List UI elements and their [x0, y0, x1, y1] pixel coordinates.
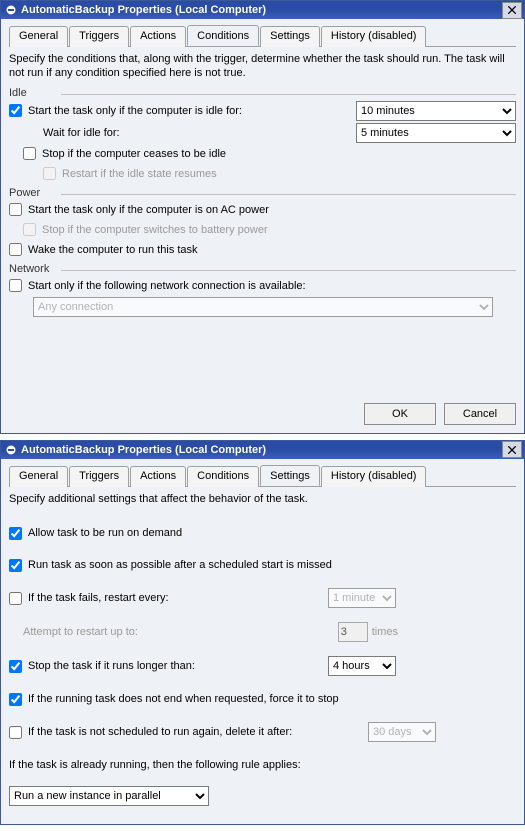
label-start-network: Start only if the following network conn…	[28, 280, 306, 292]
intro-text: Specify the conditions that, along with …	[9, 53, 516, 81]
checkbox-delete-after[interactable]	[9, 726, 22, 739]
label-attempt-suffix: times	[372, 626, 398, 638]
group-idle: Idle	[9, 87, 516, 99]
row-network-select: Any connection	[9, 297, 516, 317]
app-icon	[5, 4, 17, 16]
checkbox-stop-battery	[23, 223, 36, 236]
row-rule-select: Run a new instance in parallel	[9, 786, 516, 806]
row-ac-power: Start the task only if the computer is o…	[9, 201, 516, 219]
select-stop-long[interactable]: 4 hours	[328, 656, 396, 676]
row-already-running: If the task is already running, then the…	[9, 756, 516, 774]
close-icon	[508, 446, 516, 454]
select-network: Any connection	[33, 297, 493, 317]
label-run-asap: Run task as soon as possible after a sch…	[28, 559, 332, 571]
select-idle-duration[interactable]: 10 minutes	[356, 101, 516, 121]
titlebar: AutomaticBackup Properties (Local Comput…	[1, 1, 524, 19]
tab-triggers[interactable]: Triggers	[69, 466, 129, 487]
label-stop-battery: Stop if the computer switches to battery…	[42, 224, 268, 236]
label-wake: Wake the computer to run this task	[28, 244, 198, 256]
row-start-idle: Start the task only if the computer is i…	[9, 101, 516, 121]
label-wait-idle: Wait for idle for:	[43, 127, 265, 139]
checkbox-start-network[interactable]	[9, 279, 22, 292]
label-stop-long: Stop the task if it runs longer than:	[28, 660, 195, 672]
tab-history[interactable]: History (disabled)	[321, 466, 427, 487]
tabstrip: General Triggers Actions Conditions Sett…	[9, 465, 516, 487]
button-row: OK Cancel	[9, 403, 516, 425]
cancel-button[interactable]: Cancel	[444, 403, 516, 425]
checkbox-stop-long[interactable]	[9, 660, 22, 673]
row-stop-battery: Stop if the computer switches to battery…	[23, 221, 516, 239]
row-wait-idle: Wait for idle for: 5 minutes	[9, 123, 516, 143]
select-rule[interactable]: Run a new instance in parallel	[9, 786, 209, 806]
tab-general[interactable]: General	[9, 26, 68, 47]
checkbox-force-stop[interactable]	[9, 693, 22, 706]
window-title: AutomaticBackup Properties (Local Comput…	[21, 4, 266, 16]
window-title: AutomaticBackup Properties (Local Comput…	[21, 444, 266, 456]
tab-settings[interactable]: Settings	[260, 465, 320, 486]
label-delete-after: If the task is not scheduled to run agai…	[28, 726, 292, 738]
tabstrip: General Triggers Actions Conditions Sett…	[9, 25, 516, 47]
tab-conditions[interactable]: Conditions	[187, 466, 259, 487]
tab-conditions[interactable]: Conditions	[187, 25, 259, 46]
group-power: Power	[9, 187, 516, 199]
checkbox-fail-restart[interactable]	[9, 592, 22, 605]
tab-actions[interactable]: Actions	[130, 466, 186, 487]
close-button[interactable]	[502, 441, 522, 458]
checkbox-start-idle[interactable]	[9, 104, 22, 117]
tab-triggers[interactable]: Triggers	[69, 26, 129, 47]
row-start-network: Start only if the following network conn…	[9, 277, 516, 295]
tab-general[interactable]: General	[9, 466, 68, 487]
group-network: Network	[9, 263, 516, 275]
label-force-stop: If the running task does not end when re…	[28, 693, 339, 705]
row-stop-long: Stop the task if it runs longer than: 4 …	[9, 656, 516, 676]
row-wake: Wake the computer to run this task	[9, 241, 516, 259]
checkbox-allow-demand[interactable]	[9, 527, 22, 540]
select-fail-restart: 1 minute	[328, 588, 396, 608]
dialog-settings: AutomaticBackup Properties (Local Comput…	[0, 440, 525, 826]
row-restart-resume: Restart if the idle state resumes	[43, 165, 516, 183]
label-fail-restart: If the task fails, restart every:	[28, 592, 169, 604]
select-delete-after: 30 days	[368, 722, 436, 742]
row-stop-cease: Stop if the computer ceases to be idle	[23, 145, 516, 163]
app-icon	[5, 444, 17, 456]
tab-history[interactable]: History (disabled)	[321, 26, 427, 47]
label-allow-demand: Allow task to be run on demand	[28, 527, 182, 539]
close-icon	[508, 6, 516, 14]
checkbox-run-asap[interactable]	[9, 559, 22, 572]
label-ac-power: Start the task only if the computer is o…	[28, 204, 269, 216]
intro-text: Specify additional settings that affect …	[9, 493, 516, 507]
row-force-stop: If the running task does not end when re…	[9, 690, 516, 708]
select-wait-idle[interactable]: 5 minutes	[356, 123, 516, 143]
label-start-idle: Start the task only if the computer is i…	[28, 105, 242, 117]
checkbox-ac-power[interactable]	[9, 203, 22, 216]
row-fail-restart: If the task fails, restart every: 1 minu…	[9, 588, 516, 608]
checkbox-stop-cease[interactable]	[23, 147, 36, 160]
tab-settings[interactable]: Settings	[260, 26, 320, 47]
label-stop-cease: Stop if the computer ceases to be idle	[42, 148, 226, 160]
checkbox-wake[interactable]	[9, 243, 22, 256]
label-attempt: Attempt to restart up to:	[23, 626, 138, 638]
row-delete-after: If the task is not scheduled to run agai…	[9, 722, 516, 742]
tab-actions[interactable]: Actions	[130, 26, 186, 47]
row-run-asap: Run task as soon as possible after a sch…	[9, 556, 516, 574]
row-attempt: Attempt to restart up to: times	[9, 622, 516, 642]
label-restart-resume: Restart if the idle state resumes	[62, 168, 217, 180]
label-already-running: If the task is already running, then the…	[9, 759, 301, 771]
input-attempt-count	[338, 622, 368, 642]
close-button[interactable]	[502, 2, 522, 19]
row-allow-demand: Allow task to be run on demand	[9, 524, 516, 542]
checkbox-restart-resume	[43, 167, 56, 180]
ok-button[interactable]: OK	[364, 403, 436, 425]
titlebar: AutomaticBackup Properties (Local Comput…	[1, 441, 524, 459]
dialog-conditions: AutomaticBackup Properties (Local Comput…	[0, 0, 525, 434]
